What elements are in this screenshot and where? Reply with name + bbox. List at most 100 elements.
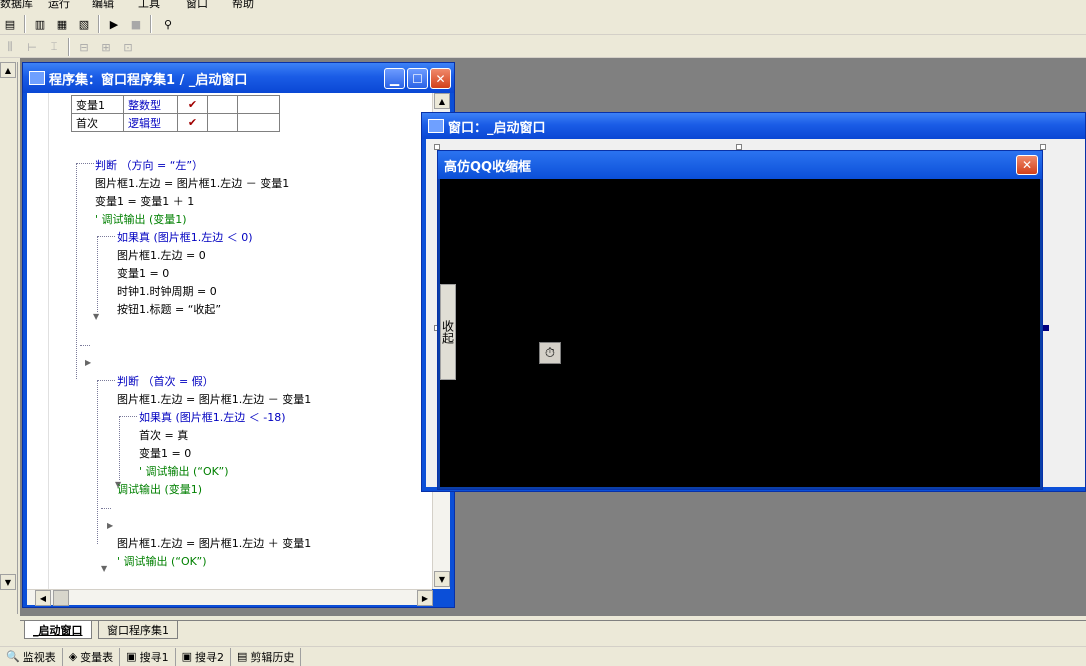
binoculars-icon[interactable]: ⚲ (158, 15, 178, 33)
menu-edit[interactable]: 编辑 (92, 0, 114, 11)
var-array[interactable] (207, 113, 238, 132)
tab-program-set[interactable]: 窗口程序集1 (98, 621, 178, 639)
picture-box[interactable]: 收起 ⏱ (440, 179, 1040, 487)
code-line[interactable]: ' 调试输出 (“OK”) (139, 463, 229, 479)
magnifier-icon: 🔍 (6, 650, 20, 663)
flow-guide (76, 163, 77, 379)
code-line[interactable]: 图片框1.左边 = 图片框1.左边 － 变量1 (117, 391, 311, 407)
menu-tools[interactable]: 工具 (138, 0, 160, 11)
code-line[interactable]: 变量1 = 0 (139, 445, 191, 461)
status-clip-history[interactable]: ▤ 剪辑历史 (231, 647, 302, 666)
code-line[interactable]: 图片框1.左边 = 图片框1.左边 ＋ 变量1 (117, 535, 311, 551)
var-name[interactable]: 变量1 (71, 95, 124, 114)
var-type[interactable]: 整数型 (123, 95, 178, 114)
code-line[interactable]: 图片框1.左边 = 图片框1.左边 － 变量1 (95, 175, 289, 191)
menu-help[interactable]: 帮助 (232, 0, 254, 11)
toolbar-layout: ⫼ ⊢ ⌶ ⊟ ⊞ ⊡ (0, 36, 1086, 58)
code-line[interactable]: ' 调试输出 (变量1) (95, 211, 187, 227)
var-remark[interactable] (237, 95, 280, 114)
timer-icon[interactable]: ⏱ (539, 342, 561, 364)
code-line[interactable]: 变量1 = 变量1 ＋ 1 (95, 193, 194, 209)
scroll-right-icon[interactable]: ▶ (417, 590, 433, 606)
code-window: 程序集：窗口程序集1 / _启动窗口 ▁ ☐ ✕ 变量1 整数型 ✔ 首次 逻辑… (22, 62, 455, 608)
menu-run[interactable]: 运行 (48, 0, 70, 11)
scroll-left-icon[interactable]: ◀ (35, 590, 51, 606)
code-line[interactable]: 如果真 (图片框1.左边 ＜ 0) (117, 229, 253, 245)
code-line[interactable]: 图片框1.左边 = 0 (117, 247, 206, 263)
align-center-icon[interactable]: ⌶ (44, 38, 64, 56)
var-array[interactable] (207, 95, 238, 114)
tab-start-window[interactable]: _启动窗口 (24, 621, 92, 639)
code-editor[interactable]: 变量1 整数型 ✔ 首次 逻辑型 ✔ ▼ ▶ ▼ ▶ ▼ 判断 （方向 = “左… (27, 93, 450, 589)
static-check-icon[interactable]: ✔ (177, 113, 208, 132)
code-line[interactable]: 按钮1.标题 = “收起” (117, 301, 221, 317)
status-bar: 🔍 监视表 ◈ 变量表 ▣ 搜寻1 ▣ 搜寻2 ▤ 剪辑历史 (0, 646, 1086, 666)
status-search2-label: 搜寻2 (194, 650, 224, 664)
code-line[interactable]: 首次 = 真 (139, 427, 188, 443)
toolbar-separator (98, 15, 100, 33)
flow-arrow-icon: ▶ (107, 521, 114, 530)
maximize-button[interactable]: ☐ (407, 68, 428, 89)
layout-1-icon[interactable]: ▥ (30, 15, 50, 33)
close-button[interactable]: ✕ (430, 68, 451, 89)
designed-form-close-button[interactable]: ✕ (1016, 155, 1038, 175)
status-variables-label: 变量表 (80, 650, 114, 664)
code-horizontal-scrollbar[interactable]: ◀ ▶ (27, 589, 433, 606)
run-icon[interactable]: ▶ (104, 15, 124, 33)
search-icon: ▣ (181, 650, 192, 663)
var-remark[interactable] (237, 113, 280, 132)
database-icon[interactable]: ▤ (0, 15, 20, 33)
status-watch-label: 监视表 (22, 650, 56, 664)
toolbar-main: ▤ ▥ ▦ ▧ ▶ ■ ⚲ (0, 13, 1086, 35)
flow-arrow-icon: ▶ (85, 358, 92, 367)
flow-guide (97, 380, 115, 381)
var-type[interactable]: 逻辑型 (123, 113, 178, 132)
var-name[interactable]: 首次 (71, 113, 124, 132)
designed-form-title: 高仿QQ收缩框 (444, 159, 532, 175)
scroll-thumb[interactable] (53, 590, 69, 606)
static-check-icon[interactable]: ✔ (177, 95, 208, 114)
status-watch[interactable]: 🔍 监视表 (0, 647, 63, 666)
menu-window[interactable]: 窗口 (186, 0, 208, 11)
status-variables[interactable]: ◈ 变量表 (63, 647, 121, 666)
designed-form-titlebar[interactable]: 高仿QQ收缩框 (438, 151, 1042, 179)
layout-3-icon[interactable]: ▧ (74, 15, 94, 33)
same-height-icon[interactable]: ⊞ (96, 38, 116, 56)
form-designer-titlebar[interactable]: 窗口：_启动窗口 (422, 113, 1085, 139)
scroll-down-icon[interactable]: ▼ (0, 574, 16, 590)
editor-gutter (27, 93, 49, 589)
flow-guide (119, 416, 120, 480)
resize-handle-selected[interactable] (1043, 325, 1049, 331)
same-size-icon[interactable]: ⊡ (118, 38, 138, 56)
stop-icon[interactable]: ■ (126, 15, 146, 33)
table-row[interactable]: 首次 逻辑型 ✔ (71, 113, 280, 132)
layout-2-icon[interactable]: ▦ (52, 15, 72, 33)
scroll-down-icon[interactable]: ▼ (434, 571, 450, 587)
code-line[interactable]: 判断 （首次 = 假） (117, 373, 214, 389)
menu-database[interactable]: 数据库 (0, 0, 33, 11)
collapse-button[interactable]: 收起 (440, 284, 456, 380)
code-line[interactable]: 如果真 (图片框1.左边 ＜ -18) (139, 409, 286, 425)
status-search1-label: 搜寻1 (139, 650, 169, 664)
flow-arrow-icon: ▼ (93, 312, 100, 321)
minimize-button[interactable]: ▁ (384, 68, 405, 89)
designed-form[interactable]: 高仿QQ收缩框 ✕ 收起 ⏱ (437, 150, 1043, 490)
program-set-icon (29, 71, 45, 85)
scroll-up-icon[interactable]: ▲ (434, 93, 450, 109)
status-search1[interactable]: ▣ 搜寻1 (120, 647, 176, 666)
clipboard-icon: ▤ (236, 650, 248, 663)
code-line[interactable]: 时钟1.时钟周期 = 0 (117, 283, 217, 299)
same-width-icon[interactable]: ⊟ (74, 38, 94, 56)
variables-icon: ◈ (68, 650, 78, 663)
code-line[interactable]: ' 调试输出 (“OK”) (117, 553, 207, 569)
code-line[interactable]: 调试输出 (变量1) (117, 481, 202, 497)
table-row[interactable]: 变量1 整数型 ✔ (71, 95, 280, 114)
scroll-up-icon[interactable]: ▲ (0, 62, 16, 78)
flow-guide (119, 416, 137, 417)
flow-guide (97, 380, 98, 544)
code-line[interactable]: 变量1 = 0 (117, 265, 169, 281)
align-v-icon[interactable]: ⫼ (0, 38, 20, 56)
status-search2[interactable]: ▣ 搜寻2 (176, 647, 231, 666)
align-h-icon[interactable]: ⊢ (22, 38, 42, 56)
code-line[interactable]: 判断 （方向 = “左”） (95, 157, 203, 173)
